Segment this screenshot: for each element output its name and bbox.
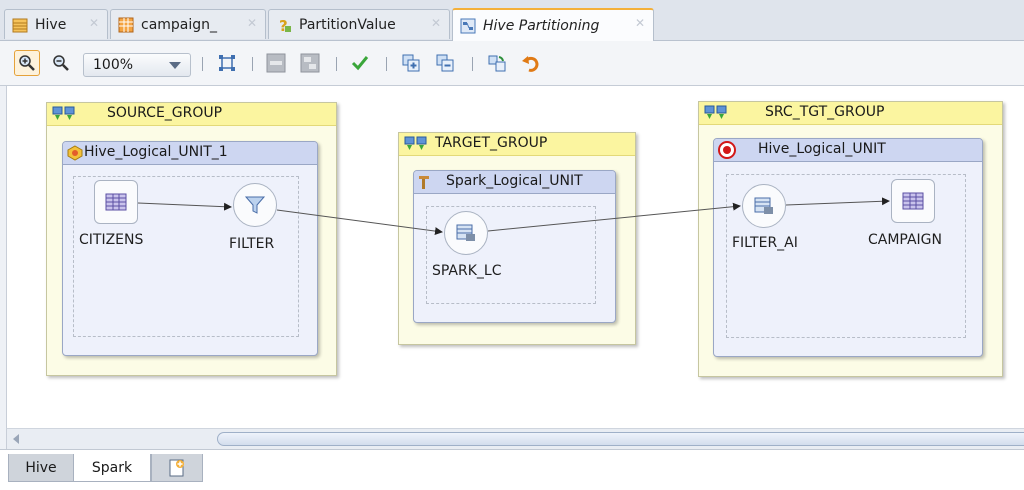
expand-button[interactable] [297, 50, 323, 76]
collapse-icon [266, 53, 286, 73]
zoom-select[interactable]: 100% [83, 53, 191, 77]
close-icon[interactable]: ✕ [247, 16, 257, 30]
datastore-grid-icon [118, 17, 134, 32]
zoom-value: 100% [93, 57, 134, 73]
close-icon[interactable]: ✕ [635, 16, 645, 30]
tab-label: campaign_ [141, 16, 218, 33]
add-button[interactable] [398, 50, 424, 76]
toolbar-separator [386, 57, 387, 71]
refresh-button[interactable] [484, 50, 510, 76]
table-list-icon [12, 18, 28, 32]
bottom-tab-label: Hive [25, 459, 57, 476]
validate-icon [351, 56, 369, 71]
undo-icon [522, 56, 539, 72]
tab-hive[interactable]: Hive ✕ [4, 9, 108, 39]
connector-citizens-filter [137, 202, 232, 211]
connector-filter-spark [276, 209, 443, 236]
mapping-icon [460, 18, 476, 33]
bottom-tab-label: Spark [91, 459, 133, 476]
bottom-tab-hive[interactable]: Hive [8, 454, 74, 482]
chevron-down-icon [169, 62, 181, 69]
toolbar-separator [336, 57, 337, 71]
zoom-in-button[interactable] [14, 50, 40, 76]
undo-button[interactable] [518, 50, 544, 76]
connector-spark-filter-ai [487, 202, 741, 232]
tab-hive-partitioning[interactable]: Hive Partitioning ✕ [452, 8, 654, 41]
scrollbar-thumb[interactable] [217, 432, 1024, 446]
zoom-in-icon [19, 55, 35, 71]
tab-label: Hive Partitioning [483, 17, 600, 34]
flow-connectors [137, 197, 890, 236]
fit-to-page-button[interactable] [214, 50, 240, 76]
toolbar-separator [202, 57, 203, 71]
expand-icon [300, 53, 320, 73]
zoom-out-icon [53, 55, 69, 71]
physical-design-tabs: Hive Spark [0, 449, 1024, 490]
diagram-toolbar: 100% [0, 41, 1024, 86]
close-icon[interactable]: ✕ [89, 16, 99, 30]
toolbar-separator [252, 57, 253, 71]
editor-tab-bar: Hive ✕ campaign_ ✕ ? PartitionValue ✕ Hi… [0, 0, 1024, 41]
add-physical-design-button[interactable] [151, 454, 203, 482]
connector-filter-ai-campaign [785, 197, 890, 206]
remove-icon [436, 54, 454, 72]
mapping-canvas[interactable]: SOURCE_GROUP Hive_Logical_UNIT_1 TARGET_… [6, 86, 1024, 428]
horizontal-scrollbar[interactable] [6, 428, 1024, 449]
refresh-icon [488, 55, 506, 72]
bottom-tab-spark[interactable]: Spark [73, 454, 151, 482]
new-page-icon [169, 459, 184, 476]
add-icon [402, 54, 420, 72]
scroll-left-icon[interactable] [13, 434, 19, 444]
zoom-out-button[interactable] [48, 50, 74, 76]
remove-button[interactable] [432, 50, 458, 76]
tab-campaign[interactable]: campaign_ ✕ [110, 9, 266, 39]
toolbar-separator [472, 57, 473, 71]
tab-partitionvalue[interactable]: ? PartitionValue ✕ [268, 9, 450, 39]
variable-icon: ? [279, 17, 291, 34]
collapse-button[interactable] [263, 50, 289, 76]
close-icon[interactable]: ✕ [431, 16, 441, 30]
fit-to-page-icon [219, 55, 235, 71]
tab-label: Hive [35, 16, 67, 33]
tab-label: PartitionValue [299, 16, 396, 33]
validate-button[interactable] [347, 50, 373, 76]
